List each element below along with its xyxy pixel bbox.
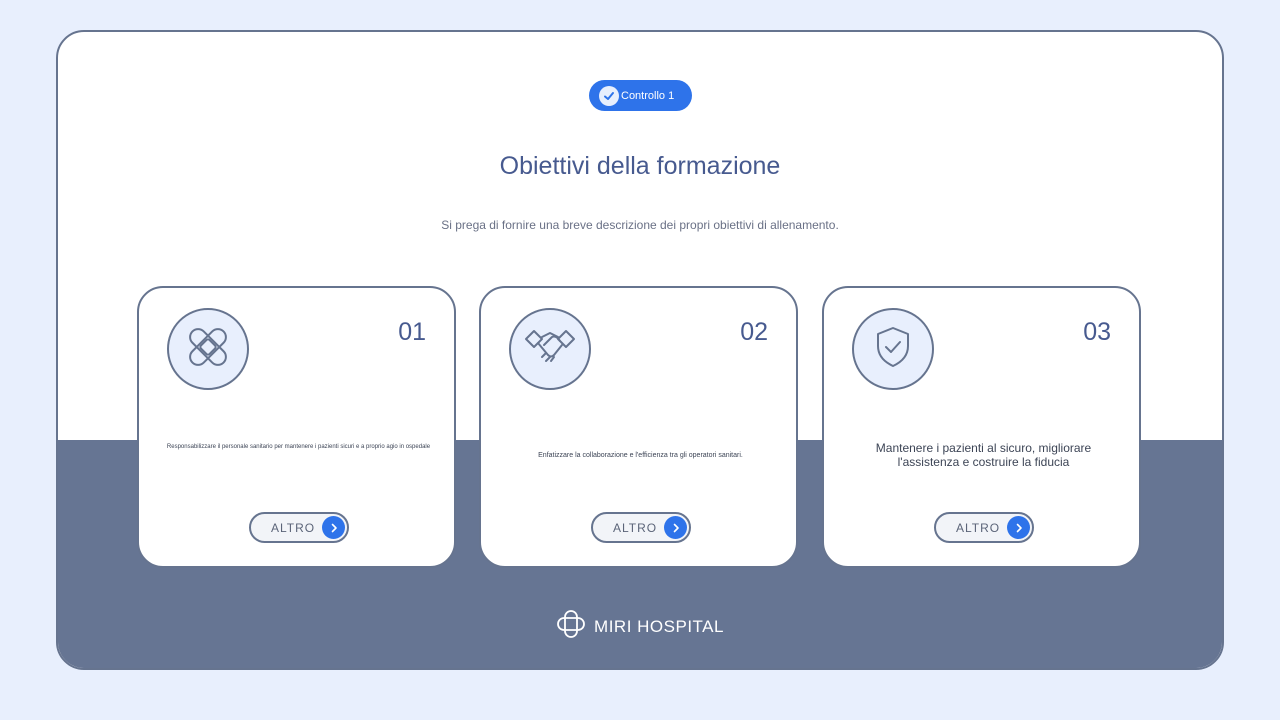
handshake-icon [524,325,576,374]
card-icon-circle [509,308,591,390]
shield-check-icon [873,325,913,374]
card-number: 03 [1083,318,1111,346]
chevron-right-icon [1007,516,1030,539]
chevron-right-icon [664,516,687,539]
card-description: Enfatizzare la collaborazione e l'effici… [538,452,743,459]
more-button-label: ALTRO [956,520,1001,535]
chevron-right-icon [322,516,345,539]
logo-icon [556,610,586,643]
card-icon-circle [167,308,249,390]
more-button[interactable]: ALTRO [249,512,349,543]
more-button-label: ALTRO [271,520,316,535]
card-02: 02 Enfatizzare la collaborazione e l'eff… [479,286,798,568]
check-icon [599,85,619,106]
page-subtitle: Si prega di fornire una breve descrizion… [441,218,839,232]
card-description: Responsabilizzare il personale sanitario… [166,444,431,450]
more-button[interactable]: ALTRO [934,512,1034,543]
badge-label: Controllo 1 [621,89,675,102]
footer-brand: MIRI HOSPITAL [58,610,1222,643]
status-badge: Controllo 1 [589,80,692,111]
card-number: 02 [740,318,768,346]
page-title: Obiettivi della formazione [499,152,781,180]
more-button[interactable]: ALTRO [591,512,691,543]
slide: Controllo 1 Obiettivi della formazione S… [56,30,1224,670]
brand-name: MIRI HOSPITAL [594,616,724,636]
card-icon-circle [852,308,934,390]
more-button-label: ALTRO [613,520,658,535]
card-description: Mantenere i pazienti al sicuro, migliora… [875,441,1092,469]
card-number: 01 [398,318,426,346]
bandage-icon [184,323,232,376]
card-03: 03 Mantenere i pazienti al sicuro, migli… [822,286,1141,568]
card-01: 01 Responsabilizzare il personale sanita… [137,286,456,568]
